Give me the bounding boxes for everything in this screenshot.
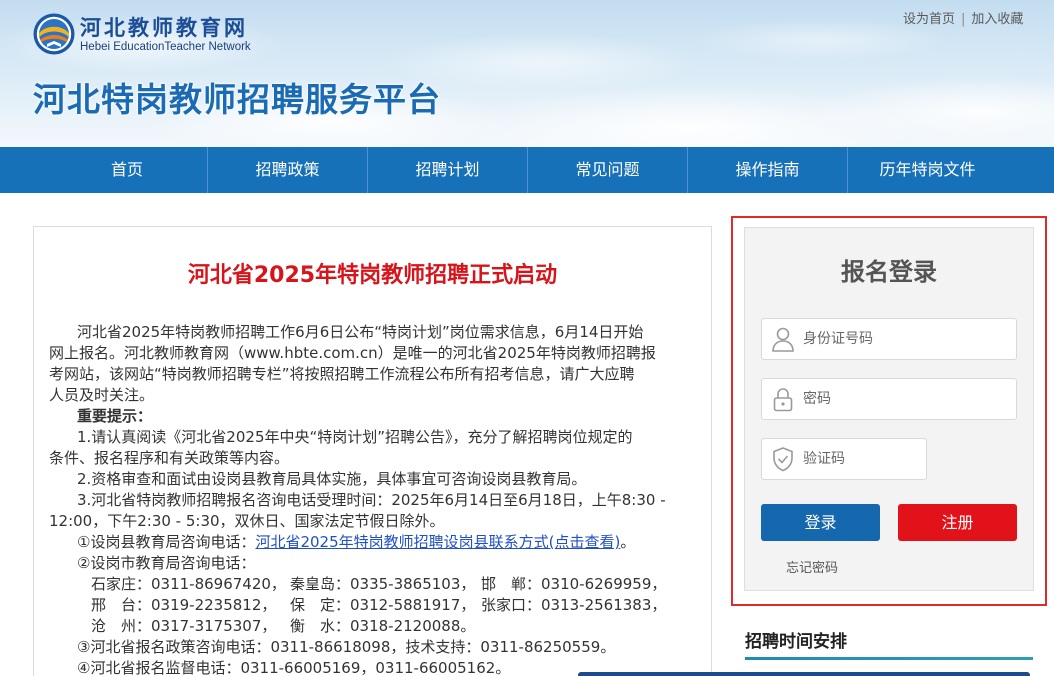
page: 河北教师教育网 Hebei EducationTeacher Network 设… [0, 0, 1054, 676]
captcha-field[interactable] [761, 438, 927, 480]
top-link-divider: | [961, 12, 966, 27]
notice-line: 条件、报名程序和有关政策等内容。 [49, 449, 290, 467]
nav-item-faq[interactable]: 常见问题 [527, 147, 687, 193]
login-button[interactable]: 登录 [761, 504, 880, 541]
logo-site-english-name: Hebei EducationTeacher Network [80, 41, 251, 53]
set-homepage-link[interactable]: 设为首页 [903, 12, 955, 27]
announcement-title: 河北省2025年特岗教师招聘正式启动 [187, 263, 558, 288]
logo-site-name: 河北教师教育网 [80, 16, 248, 40]
login-title: 报名登录 [841, 258, 937, 286]
notice-line: 3.河北省特岗教师招聘报名咨询电话受理时间：2025年6月14日至6月18日，上… [77, 491, 666, 509]
city-phone: 石家庄：0311-86967420， [91, 575, 286, 593]
nav-item-guide[interactable]: 操作指南 [687, 147, 847, 193]
shield-check-icon [771, 446, 795, 472]
county-contacts-link[interactable]: 河北省2025年特岗教师招聘设岗县联系方式(点击查看) [255, 533, 620, 551]
user-icon [771, 326, 795, 352]
city-contact-row: 沧 州：0317-3175307， 衡 水：0318-2120088。 [49, 616, 699, 637]
site-header: 河北教师教育网 Hebei EducationTeacher Network 设… [0, 0, 1054, 147]
county-contact-suffix: 。 [620, 533, 636, 551]
top-links: 设为首页 | 加入收藏 [903, 11, 1023, 28]
city-phone: 邯 郸：0310-6269959， [481, 575, 667, 593]
id-number-input[interactable] [803, 319, 1008, 359]
city-phone: 邢 台：0319-2235812， [91, 596, 277, 614]
add-favorite-link[interactable]: 加入收藏 [971, 12, 1023, 27]
register-button[interactable]: 注册 [898, 504, 1017, 541]
intro-line: 考网站，该网站“特岗教师招聘专栏”将按照招聘工作流程公布所有招考信息，请广大应聘 [49, 365, 635, 383]
city-contact-label: ②设岗市教育局咨询电话： [77, 554, 256, 572]
announcement-body: 河北省2025年特岗教师招聘工作6月6日公布“特岗计划”岗位需求信息，6月14日… [49, 322, 699, 675]
site-logo[interactable]: 河北教师教育网 Hebei EducationTeacher Network [33, 13, 259, 57]
platform-title: 河北特岗教师招聘服务平台 [33, 80, 441, 119]
city-contact-row: 石家庄：0311-86967420， 秦皇岛：0335-3865103， 邯 郸：0… [49, 574, 699, 595]
schedule-title: 招聘时间安排 [745, 632, 847, 652]
notice-line: 12:00，下午2:30 - 5:30，双休日、国家法定节假日除外。 [49, 512, 445, 530]
policy-contact-line: ③河北省报名政策咨询电话：0311-86618098，技术支持：0311-862… [77, 638, 616, 656]
password-field[interactable] [761, 378, 1017, 420]
id-number-field[interactable] [761, 318, 1017, 360]
schedule-title-rule [745, 657, 1033, 660]
notice-heading: 重要提示： [77, 407, 153, 425]
notice-line: 1.请认真阅读《河北省2025年中央“特岗计划”招聘公告》，充分了解招聘岗位规定… [77, 428, 633, 446]
intro-line: 河北省2025年特岗教师招聘工作6月6日公布“特岗计划”岗位需求信息，6月14日… [77, 323, 644, 341]
nav-item-recruitment-plan[interactable]: 招聘计划 [367, 147, 527, 193]
announcement-panel: 河北省2025年特岗教师招聘正式启动 河北省2025年特岗教师招聘工作6月6日公… [33, 226, 712, 676]
city-phone: 张家口：0313-2561383， [481, 596, 667, 614]
city-phone: 衡 水：0318-2120088。 [290, 617, 476, 635]
notice-line: 2.资格审查和面试由设岗县教育局具体实施，具体事宜可咨询设岗县教育局。 [77, 470, 587, 488]
city-contact-row: 邢 台：0319-2235812， 保 定：0312-5881917， 张家口：03… [49, 595, 699, 616]
city-phone: 保 定：0312-5881917， [290, 596, 476, 614]
lock-icon [771, 386, 795, 412]
county-contact-line: ①设岗县教育局咨询电话：河北省2025年特岗教师招聘设岗县联系方式(点击查看)。 [49, 532, 699, 553]
nav-item-home[interactable]: 首页 [47, 147, 207, 193]
forgot-password-link[interactable]: 忘记密码 [786, 560, 838, 577]
hbte-emblem-icon [33, 13, 75, 55]
main-nav: 首页 招聘政策 招聘计划 常见问题 操作指南 历年特岗文件 [0, 147, 1054, 193]
nav-item-recruitment-policy[interactable]: 招聘政策 [207, 147, 367, 193]
password-input[interactable] [803, 379, 1008, 419]
county-contact-label: ①设岗县教育局咨询电话： [77, 533, 256, 551]
city-phone: 沧 州：0317-3175307， [91, 617, 277, 635]
login-frame: 报名登录 身份证号码 验证码 登录 注册 忘记密码 [731, 216, 1047, 606]
intro-line: 人员及时关注。 [49, 386, 155, 404]
floating-bar [578, 672, 1030, 676]
captcha-input[interactable] [803, 439, 918, 479]
nav-item-past-documents[interactable]: 历年特岗文件 [847, 147, 1007, 193]
login-box: 报名登录 身份证号码 验证码 登录 注册 忘记密码 [744, 227, 1034, 591]
city-phone: 秦皇岛：0335-3865103， [290, 575, 476, 593]
intro-line: 网上报名。河北教师教育网（www.hbte.com.cn）是唯一的河北省2025… [49, 344, 656, 362]
